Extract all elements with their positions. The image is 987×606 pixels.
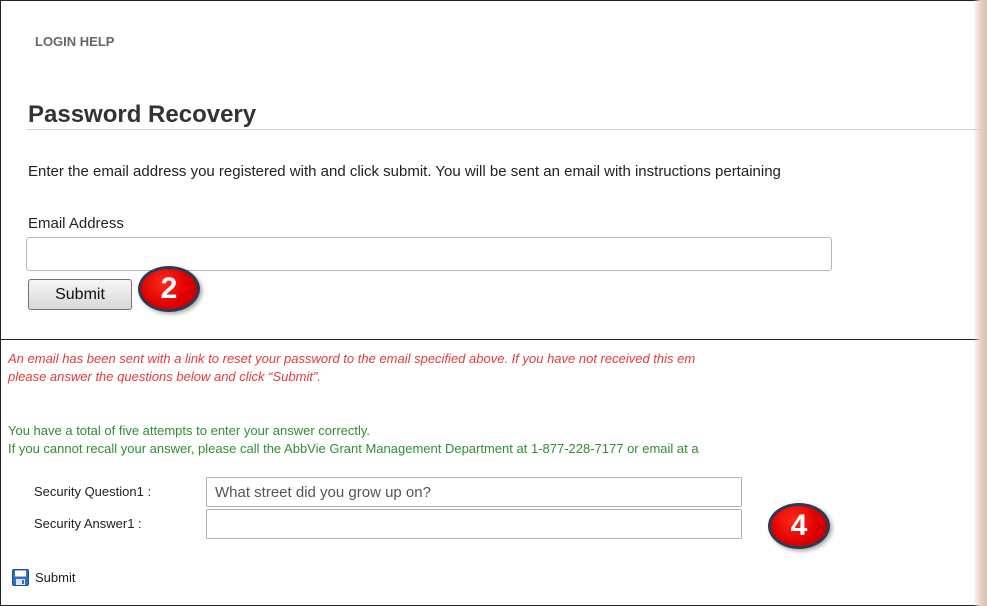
- submit-button[interactable]: Submit: [28, 279, 132, 310]
- instructions-text: Enter the email address you registered w…: [28, 163, 781, 180]
- page-title: Password Recovery: [28, 101, 257, 128]
- email-sent-notice: An email has been sent with a link to re…: [8, 350, 695, 386]
- step-4-callout: 4: [768, 503, 830, 549]
- window-edge-shadow: [973, 0, 987, 606]
- attempts-line-1: You have a total of five attempts to ent…: [8, 423, 371, 438]
- save-icon: [12, 569, 29, 586]
- email-field[interactable]: [26, 237, 832, 271]
- notice-line-2: please answer the questions below and cl…: [8, 369, 321, 384]
- security-question-panel: An email has been sent with a link to re…: [0, 340, 985, 606]
- security-question-label: Security Question1 :: [34, 484, 152, 499]
- security-submit-button[interactable]: Submit: [12, 569, 75, 586]
- security-answer-field[interactable]: [206, 509, 742, 539]
- security-answer-label: Security Answer1 :: [34, 516, 142, 531]
- step-2-callout: 2: [138, 266, 200, 312]
- title-divider: [27, 129, 985, 130]
- attempts-line-2: If you cannot recall your answer, please…: [8, 441, 699, 456]
- password-recovery-panel: LOGIN HELP Password Recovery Enter the e…: [0, 0, 985, 340]
- email-label: Email Address: [28, 215, 124, 232]
- security-question-field: [206, 477, 742, 507]
- security-submit-label: Submit: [35, 570, 76, 585]
- attempts-info: You have a total of five attempts to ent…: [8, 422, 699, 458]
- notice-line-1: An email has been sent with a link to re…: [8, 351, 696, 366]
- login-help-heading: LOGIN HELP: [35, 34, 115, 49]
